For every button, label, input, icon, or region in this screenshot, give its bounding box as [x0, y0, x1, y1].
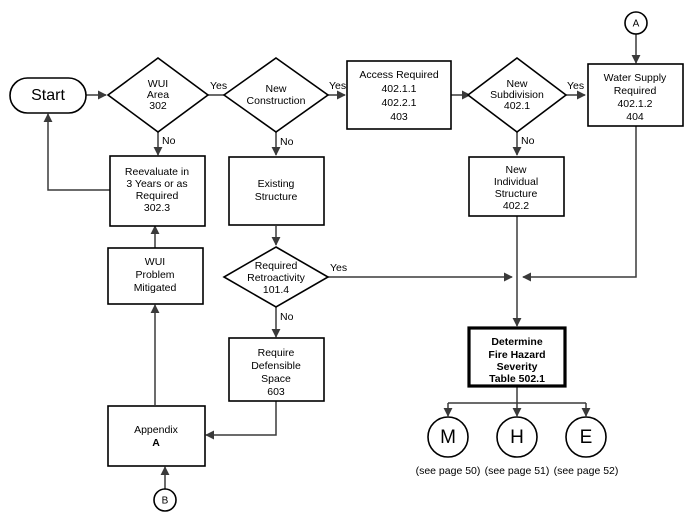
connector-m-note: (see page 50) — [416, 465, 481, 477]
node-appendix-line1: Appendix — [134, 424, 179, 436]
node-reevaluate[interactable]: Reevaluate in 3 Years or as Required 302… — [109, 155, 206, 227]
node-reevaluate-line2: 3 Years or as — [126, 178, 187, 190]
connector-h[interactable]: H (see page 51) — [485, 416, 550, 477]
connector-e[interactable]: E (see page 52) — [554, 416, 619, 477]
node-mitigated-line2: Problem — [135, 269, 174, 281]
node-individual-line1: New — [505, 164, 526, 176]
node-existing-line2: Structure — [255, 191, 298, 203]
node-retroactivity-line3: 101.4 — [263, 284, 289, 296]
edge-reevaluate-to-start — [43, 113, 110, 191]
node-access-line4: 403 — [390, 111, 408, 123]
node-new-construction-line1: New — [265, 83, 286, 95]
connector-h-note: (see page 51) — [485, 465, 550, 477]
node-determine-line4: Table 502.1 — [489, 373, 545, 385]
node-defensible-line1: Require — [258, 347, 295, 359]
edge-label-retroactivity-yes: Yes — [330, 262, 347, 274]
node-reevaluate-line1: Reevaluate in — [125, 166, 189, 178]
edge-label-new-construction-no: No — [280, 136, 294, 148]
node-defensible-line4: 603 — [267, 386, 285, 398]
node-individual-line3: Structure — [495, 188, 538, 200]
edge-label-wui-area-yes: Yes — [210, 80, 227, 92]
node-require-defensible-space[interactable]: Require Defensible Space 603 — [228, 337, 325, 402]
node-existing-line1: Existing — [258, 178, 295, 190]
node-new-construction[interactable]: New Construction — [222, 57, 330, 133]
node-retroactivity-line2: Retroactivity — [247, 272, 306, 284]
node-defensible-line3: Space — [261, 373, 291, 385]
connector-m-label: M — [440, 427, 456, 448]
node-start-label: Start — [31, 87, 65, 104]
node-start[interactable]: Start — [9, 77, 87, 114]
node-reevaluate-line3: Required — [136, 190, 179, 202]
edge-defensible-to-appendix — [205, 401, 277, 440]
node-reevaluate-line4: 302.3 — [144, 202, 170, 214]
node-determine-line1: Determine — [491, 336, 543, 348]
node-access-line3: 402.2.1 — [381, 97, 416, 109]
connector-m[interactable]: M (see page 50) — [416, 416, 481, 477]
node-wui-area[interactable]: WUI Area 302 — [106, 57, 210, 133]
connector-b[interactable]: B — [153, 488, 177, 512]
node-water-line1: Water Supply — [604, 72, 667, 84]
node-access-line1: Access Required — [359, 69, 439, 81]
node-appendix-a[interactable]: Appendix A — [107, 405, 206, 467]
node-water-line3: 402.1.2 — [617, 98, 652, 110]
node-subdivision-line3: 402.1 — [504, 100, 530, 112]
node-water-line2: Required — [614, 85, 657, 97]
connector-h-label: H — [510, 427, 524, 448]
edge-label-subdivision-no: No — [521, 135, 535, 147]
node-determine-line3: Severity — [497, 361, 538, 373]
node-water-line4: 404 — [626, 111, 644, 123]
node-defensible-line2: Defensible — [251, 360, 301, 372]
node-mitigated-line1: WUI — [145, 256, 165, 268]
node-existing-structure[interactable]: Existing Structure — [228, 156, 325, 226]
connector-a[interactable]: A — [624, 11, 648, 35]
node-individual-line2: Individual — [494, 176, 538, 188]
flowchart-svg: Start WUI Area 302 Reevaluate in 3 Years… — [9, 11, 684, 512]
edge-label-retroactivity-no: No — [280, 311, 294, 323]
node-access-required[interactable]: Access Required 402.1.1 402.2.1 403 — [346, 60, 452, 130]
node-water-supply-required[interactable]: Water Supply Required 402.1.2 404 — [587, 63, 684, 127]
node-new-subdivision[interactable]: New Subdivision 402.1 — [466, 56, 568, 134]
node-required-retroactivity[interactable]: Required Retroactivity 101.4 — [222, 246, 330, 308]
node-wui-area-line3: 302 — [149, 100, 167, 112]
node-wui-problem-mitigated[interactable]: WUI Problem Mitigated — [107, 247, 204, 305]
connector-e-label: E — [580, 427, 593, 448]
node-determine-line2: Fire Hazard — [488, 349, 545, 361]
connector-e-note: (see page 52) — [554, 465, 619, 477]
node-appendix-line2: A — [152, 437, 160, 449]
node-new-construction-line2: Construction — [247, 95, 306, 107]
node-new-individual-structure[interactable]: New Individual Structure 402.2 — [468, 156, 565, 217]
node-access-line2: 402.1.1 — [381, 83, 416, 95]
connector-b-label: B — [162, 496, 169, 507]
node-determine-fire-hazard[interactable]: Determine Fire Hazard Severity Table 502… — [467, 326, 567, 388]
node-retroactivity-line1: Required — [255, 260, 298, 272]
edge-label-wui-area-no: No — [162, 135, 176, 147]
edge-label-subdivision-yes: Yes — [567, 80, 584, 92]
node-mitigated-line3: Mitigated — [134, 282, 177, 294]
flowchart-canvas: Start WUI Area 302 Reevaluate in 3 Years… — [0, 0, 697, 523]
connector-a-label: A — [633, 19, 640, 30]
edge-label-new-construction-yes: Yes — [329, 80, 346, 92]
node-individual-line4: 402.2 — [503, 200, 529, 212]
